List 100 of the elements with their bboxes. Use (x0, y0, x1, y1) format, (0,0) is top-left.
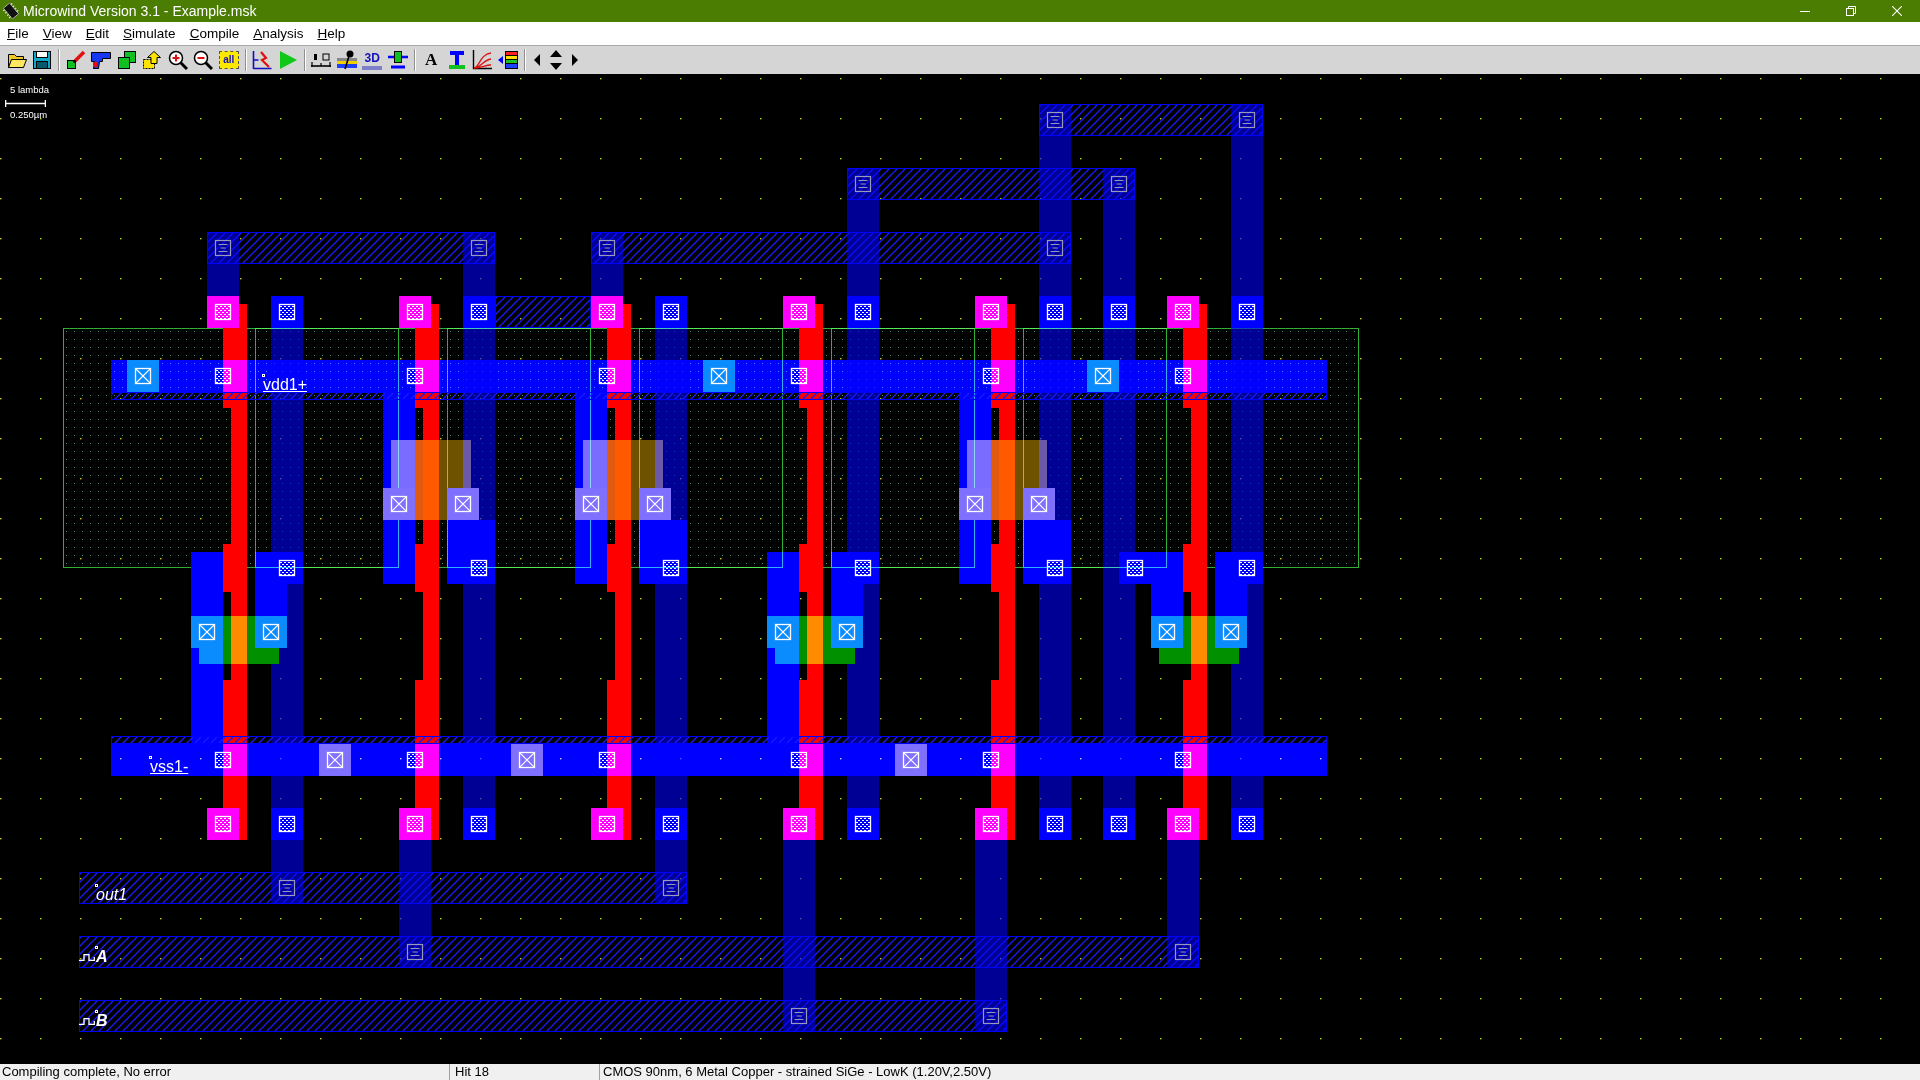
contact-icon (1238, 559, 1256, 577)
poly-contact-icon (783, 296, 815, 328)
contact-icon (598, 751, 616, 769)
menu-item[interactable]: Edit (78, 24, 117, 43)
poly-contact-icon (399, 296, 431, 328)
contact-icon (1231, 296, 1263, 328)
via-icon (1238, 111, 1256, 129)
contact-icon (463, 808, 495, 840)
via-icon (598, 239, 616, 257)
diffusion-contact-icon (831, 616, 863, 648)
via-icon (1046, 111, 1064, 129)
diffusion-contact-icon (191, 616, 223, 648)
view-all-button[interactable]: all (218, 51, 239, 69)
curves-graph-icon[interactable] (472, 50, 493, 70)
via-icon (214, 239, 232, 257)
i-beam-icon[interactable] (446, 50, 467, 70)
via-icon (470, 239, 488, 257)
ruler-icon[interactable] (311, 50, 332, 70)
via-icon (982, 1007, 1000, 1025)
poly-contact-icon (975, 808, 1007, 840)
left-arrow-icon[interactable] (533, 54, 540, 66)
contact-icon (1046, 559, 1064, 577)
right-arrow-icon[interactable] (571, 54, 578, 66)
restore-icon[interactable] (1846, 6, 1856, 16)
contact-icon (214, 751, 232, 769)
minimize-icon[interactable] (1800, 10, 1810, 12)
node-marker-icon (95, 884, 98, 887)
poly-contact-icon (591, 808, 623, 840)
menu-item[interactable]: Analysis (246, 24, 311, 43)
overlapping-squares-icon[interactable] (116, 50, 137, 70)
pistol-icon[interactable] (91, 50, 112, 70)
contact-icon (847, 808, 879, 840)
contact-icon (1039, 808, 1071, 840)
contact-icon (1103, 808, 1135, 840)
diffusion-contact-icon (319, 744, 351, 776)
node-label: vss1- (150, 759, 189, 775)
contact-icon (854, 559, 872, 577)
color-bars-icon[interactable] (497, 50, 518, 70)
node-label: vdd1+ (263, 377, 308, 393)
window-title: Microwind Version 3.1 - Example.msk (23, 3, 257, 19)
diffusion-contact-icon (639, 488, 671, 520)
node-marker-icon (149, 756, 152, 759)
poly-contact-icon (975, 296, 1007, 328)
contact-icon (662, 559, 680, 577)
contact-icon (271, 296, 303, 328)
diffusion-contact-icon (447, 488, 479, 520)
contact-icon (1231, 808, 1263, 840)
scale-length-label: 0.250µm (10, 110, 48, 120)
menu-item[interactable]: Help (310, 24, 353, 43)
chip-icon (3, 3, 19, 19)
contact-icon (406, 751, 424, 769)
menu-item[interactable]: Simulate (116, 24, 183, 43)
contact-icon (655, 296, 687, 328)
view-3d-button[interactable]: 3D (362, 50, 383, 70)
device-icon[interactable] (387, 50, 408, 70)
diffusion-contact-icon (383, 488, 415, 520)
via-icon (790, 1007, 808, 1025)
menu-item[interactable]: Compile (182, 24, 247, 43)
contact-icon (1103, 296, 1135, 328)
layer-stack-icon[interactable] (336, 50, 357, 70)
contact-icon (1174, 367, 1192, 385)
diffusion-contact-icon (1023, 488, 1055, 520)
diffusion-contact-icon (127, 360, 159, 392)
contact-icon (214, 367, 232, 385)
contact-icon (1126, 559, 1144, 577)
contact-icon (847, 296, 879, 328)
menu-item[interactable]: File (0, 24, 36, 43)
diffusion-contact-icon (1151, 616, 1183, 648)
metal1-wire (831, 552, 879, 616)
menu-item[interactable]: View (35, 24, 79, 43)
diffusion-contact-icon (959, 488, 991, 520)
contact-icon (790, 367, 808, 385)
diffusion-contact-icon (511, 744, 543, 776)
diffusion-contact-icon (1215, 616, 1247, 648)
hit-count: Hit 18 (455, 1064, 489, 1079)
up-down-arrows-icon[interactable] (549, 50, 562, 70)
node-marker-icon (95, 1010, 98, 1013)
via-icon (1174, 943, 1192, 961)
via-icon (854, 175, 872, 193)
zoom-in-icon[interactable] (167, 50, 188, 70)
zoom-out-icon[interactable] (193, 50, 214, 70)
text-tool-button[interactable]: A (421, 50, 442, 70)
contact-icon (1039, 296, 1071, 328)
poly-contact-icon (399, 808, 431, 840)
poly-contact-icon (783, 808, 815, 840)
metal1-wire (1215, 552, 1263, 616)
pulse-icon (79, 1018, 95, 1025)
diffusion-contact-icon (895, 744, 927, 776)
contact-icon (982, 751, 1000, 769)
scale-units-label: 5 lambda (10, 85, 50, 95)
node-marker-icon (95, 946, 98, 949)
contact-icon (1174, 751, 1192, 769)
move-arrow-icon[interactable] (142, 50, 163, 70)
via-icon (1046, 239, 1064, 257)
close-icon[interactable] (1892, 6, 1902, 16)
contact-icon (463, 296, 495, 328)
pencil-box-icon[interactable] (65, 50, 86, 70)
lightning-graph-icon[interactable] (252, 50, 273, 70)
contact-icon (790, 751, 808, 769)
contact-icon (470, 559, 488, 577)
